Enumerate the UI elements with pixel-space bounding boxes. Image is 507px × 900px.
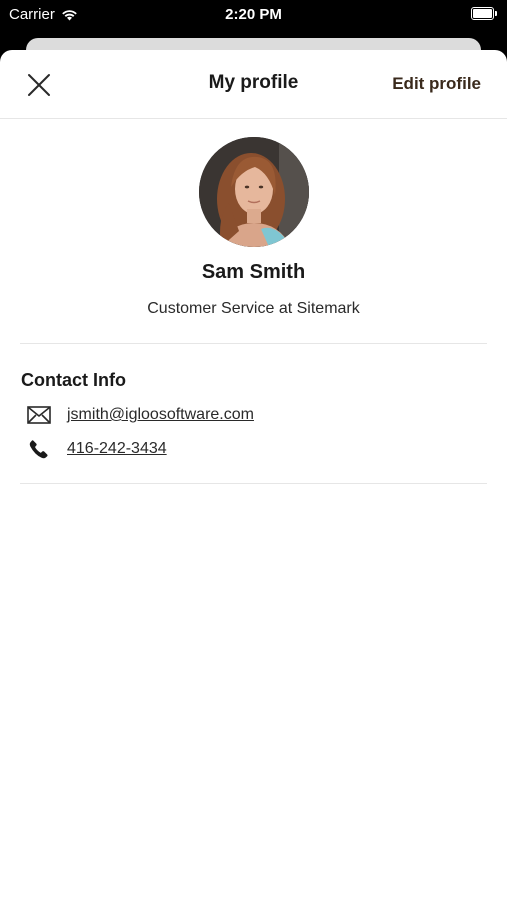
- profile-role: Customer Service at Sitemark: [147, 300, 360, 317]
- phone-link[interactable]: 416-242-3434: [67, 440, 167, 458]
- contact-info-heading: Contact Info: [21, 370, 126, 390]
- profile-sheet: My profile Edit profile Sam Smith Custom…: [0, 50, 507, 900]
- profile-name: Sam Smith: [201, 261, 306, 283]
- battery-icon: [471, 7, 497, 20]
- avatar: [199, 137, 309, 247]
- phone-icon: [26, 438, 52, 460]
- nav-bar: My profile Edit profile: [0, 50, 507, 119]
- divider: [20, 483, 487, 484]
- phone-row: 416-242-3434: [26, 437, 167, 461]
- email-row: jsmith@igloosoftware.com: [26, 403, 254, 427]
- email-link[interactable]: jsmith@igloosoftware.com: [67, 406, 254, 424]
- status-bar: Carrier 2:20 PM: [0, 0, 507, 30]
- mail-icon: [26, 404, 52, 426]
- divider: [20, 343, 487, 344]
- status-time: 2:20 PM: [225, 6, 282, 23]
- edit-profile-button[interactable]: Edit profile: [392, 74, 481, 94]
